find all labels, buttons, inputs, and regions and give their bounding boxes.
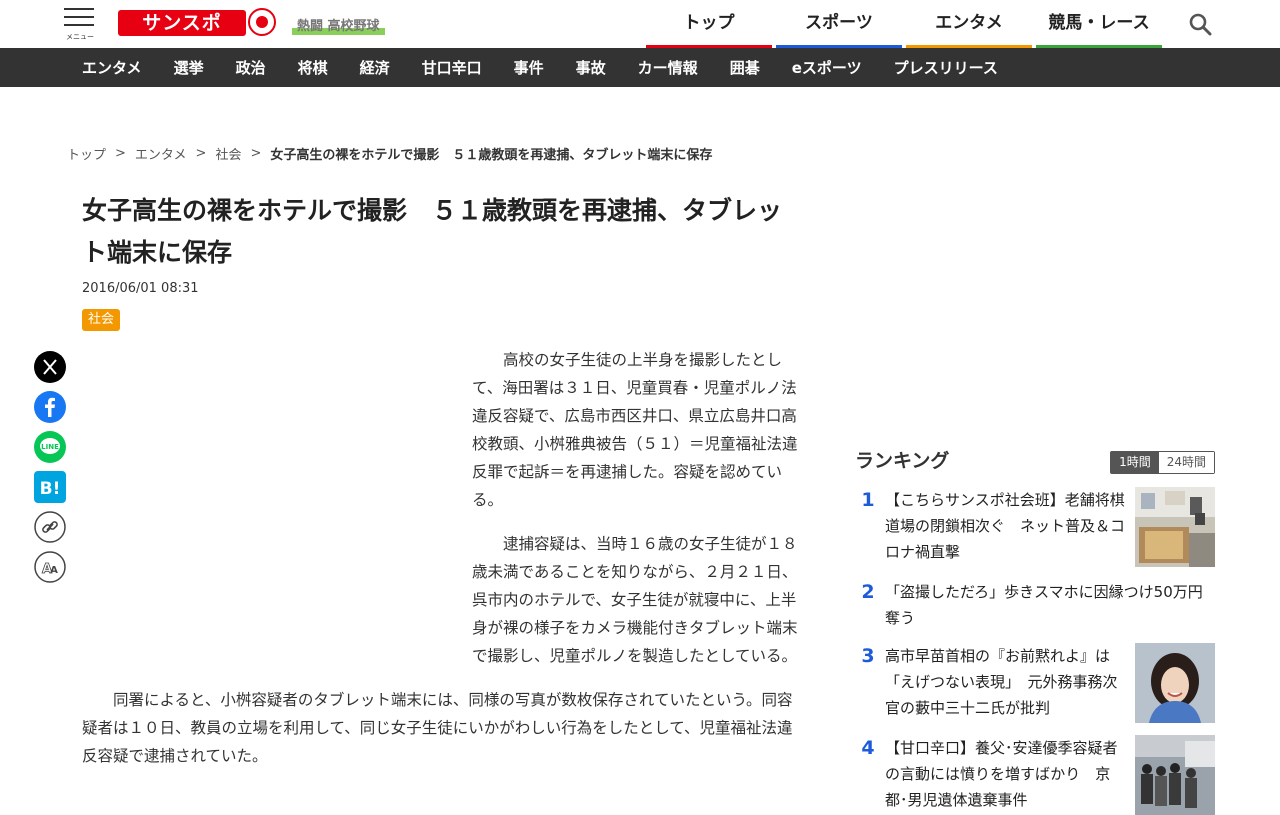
breadcrumb-separator: >: [195, 146, 207, 161]
rank-headline[interactable]: 【こちらサンスポ社会班】老舗将棋道場の閉鎖相次ぐ ネット普及＆コロナ禍直撃: [881, 487, 1127, 567]
subnav-item[interactable]: eスポーツ: [776, 57, 878, 78]
nav-top[interactable]: トップ: [646, 0, 772, 48]
breadcrumb-society[interactable]: 社会: [215, 144, 241, 163]
logo-sun-icon: [248, 8, 276, 36]
subnav-item[interactable]: 将棋: [282, 57, 344, 78]
subnav-item[interactable]: エンタメ: [66, 57, 158, 78]
subnav-item[interactable]: 甘口辛口: [406, 57, 498, 78]
facebook-icon[interactable]: [34, 391, 66, 423]
svg-text:LINE: LINE: [41, 443, 59, 451]
logo-text: サンスポ: [118, 10, 246, 36]
crowd-scene-thumbnail[interactable]: [1135, 735, 1215, 815]
rank-headline[interactable]: 高市早苗首相の『お前黙れよ』は「えげつない表現」 元外務事務次官の藪中三十二氏が…: [881, 643, 1127, 723]
hatena-icon[interactable]: B!: [34, 471, 66, 503]
ranking-tabs: 1時間 24時間: [1110, 451, 1215, 474]
ranking-title: ランキング: [855, 450, 950, 472]
tab-1hour[interactable]: 1時間: [1111, 452, 1159, 473]
breadcrumb-entertainment[interactable]: エンタメ: [135, 144, 187, 163]
hamburger-icon: [64, 8, 94, 10]
hamburger-bar: [64, 24, 94, 26]
breadcrumb: トップ > エンタメ > 社会 > 女子高生の裸をホテルで撮影 ５１歳教頭を再逮…: [67, 144, 712, 163]
svg-text:B!: B!: [40, 479, 61, 499]
subnav-item[interactable]: カー情報: [622, 57, 714, 78]
article-date: 2016/06/01 08:31: [82, 281, 199, 296]
breadcrumb-current: 女子高生の裸をホテルで撮影 ５１歳教頭を再逮捕、タブレット端末に保存: [270, 148, 713, 163]
ranking-panel: ランキング 1時間 24時間 1 【こちらサンスポ社会班】老舗将棋道場の閉鎖相次…: [855, 447, 1215, 815]
ranking-item[interactable]: 1 【こちらサンスポ社会班】老舗将棋道場の閉鎖相次ぐ ネット普及＆コロナ禍直撃: [855, 487, 1215, 567]
nav-keiba[interactable]: 競馬・レース: [1036, 0, 1162, 48]
hamburger-bar: [64, 16, 94, 18]
ranking-item[interactable]: 4 【甘口辛口】養父･安達優季容疑者の言動には憤りを増すばかり 京都･男児遺体遺…: [855, 735, 1215, 815]
ranking-item[interactable]: 3 高市早苗首相の『お前黙れよ』は「えげつない表現」 元外務事務次官の藪中三十二…: [855, 643, 1215, 723]
rank-number: 1: [861, 489, 875, 511]
site-logo[interactable]: サンスポ: [118, 8, 276, 38]
subnav-item[interactable]: 事故: [560, 57, 622, 78]
subnav-item[interactable]: 政治: [220, 57, 282, 78]
category-badge[interactable]: 社会: [82, 309, 121, 331]
font-size-icon[interactable]: A A: [34, 551, 66, 583]
x-icon[interactable]: [34, 351, 66, 383]
breadcrumb-separator: >: [250, 146, 262, 161]
share-bar: LINE B! A A: [34, 351, 66, 591]
svg-text:A: A: [50, 565, 58, 576]
subnav-item[interactable]: 経済: [344, 57, 406, 78]
shogi-dojo-thumbnail[interactable]: [1135, 487, 1215, 567]
rank-number: 4: [861, 737, 875, 759]
ranking-item[interactable]: 2 「盗撮しただろ」歩きスマホに因縁つけ50万円奪う: [855, 579, 1215, 631]
subnav-item[interactable]: 選挙: [158, 57, 220, 78]
breadcrumb-separator: >: [115, 146, 126, 161]
rank-number: 3: [861, 645, 875, 667]
link-icon[interactable]: [34, 511, 66, 543]
line-icon[interactable]: LINE: [34, 431, 66, 463]
search-icon[interactable]: [1188, 12, 1212, 36]
nav-entertainment[interactable]: エンタメ: [906, 0, 1032, 48]
rank-headline[interactable]: 「盗撮しただろ」歩きスマホに因縁つけ50万円奪う: [881, 579, 1215, 631]
category-nav: エンタメ 選挙 政治 将棋 経済 甘口辛口 事件 事故 カー情報 囲碁 eスポー…: [0, 48, 1280, 87]
article-paragraph: 同署によると、小桝容疑者のタブレット端末には、同様の写真が数枚保存されていたとい…: [82, 691, 793, 765]
subnav-item[interactable]: プレスリリース: [878, 57, 1014, 78]
menu-label: メニュー: [66, 33, 94, 41]
ranking-header: ランキング 1時間 24時間: [855, 447, 1215, 475]
hot-topic-link[interactable]: 熱闘 高校野球: [292, 15, 385, 35]
rank-headline[interactable]: 【甘口辛口】養父･安達優季容疑者の言動には憤りを増すばかり 京都･男児遺体遺棄事…: [881, 735, 1127, 815]
subnav-item[interactable]: 囲碁: [714, 57, 776, 78]
portrait-thumbnail[interactable]: [1135, 643, 1215, 723]
rank-number: 2: [861, 581, 875, 603]
article-body: 高校の女子生徒の上半身を撮影したとして、海田署は３１日、児童買春・児童ポルノ法違…: [82, 346, 802, 786]
ad-space: [82, 346, 472, 676]
tab-24hour[interactable]: 24時間: [1158, 452, 1214, 473]
main-nav: トップ スポーツ エンタメ 競馬・レース: [646, 0, 1166, 48]
site-header: メニュー サンスポ 熱闘 高校野球 トップ スポーツ エンタメ 競馬・レース: [0, 0, 1280, 48]
breadcrumb-top[interactable]: トップ: [67, 144, 106, 163]
nav-sports[interactable]: スポーツ: [776, 0, 902, 48]
menu-button[interactable]: メニュー: [64, 8, 96, 42]
article-title: 女子高生の裸をホテルで撮影 ５１歳教頭を再逮捕、タブレット端末に保存: [82, 196, 783, 267]
subnav-item[interactable]: 事件: [498, 57, 560, 78]
